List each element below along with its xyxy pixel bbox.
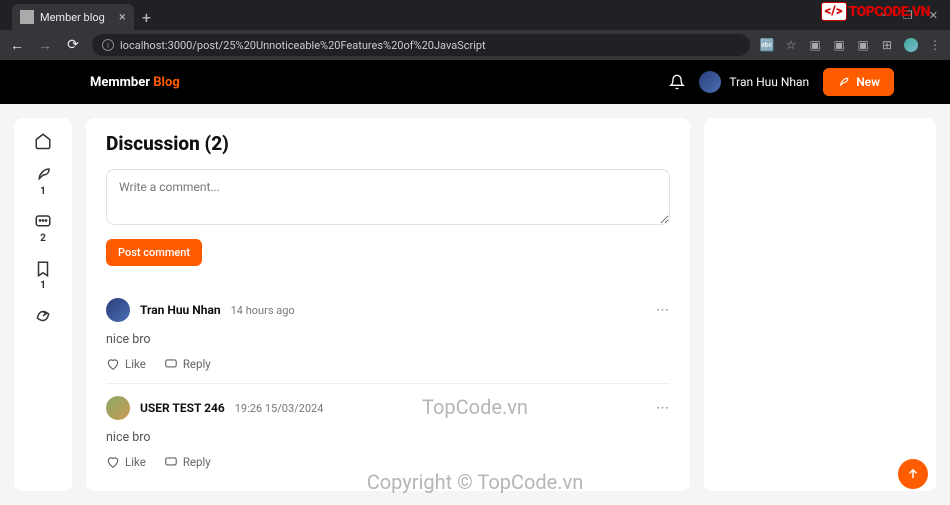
like-button[interactable]: Like <box>106 455 146 469</box>
site-info-icon[interactable]: i <box>102 39 114 51</box>
reload-button[interactable]: ⟳ <box>64 37 82 53</box>
feather-icon <box>837 76 850 89</box>
new-button[interactable]: New <box>823 68 894 96</box>
user-name: Tran Huu Nhan <box>729 75 809 89</box>
watermark-logo: </> TOPCODE.VN <box>821 2 930 21</box>
new-button-label: New <box>856 75 880 89</box>
heart-icon <box>106 357 120 371</box>
comment-body: nice bro <box>106 430 670 445</box>
rail-chat[interactable]: 2 <box>34 213 52 244</box>
bookmark-star-icon[interactable]: ☆ <box>784 38 798 52</box>
avatar <box>699 71 721 93</box>
new-tab-button[interactable]: + <box>134 8 159 27</box>
arrow-up-icon <box>906 467 920 481</box>
share-icon <box>34 307 52 325</box>
reply-button[interactable]: Reply <box>164 455 211 469</box>
side-panel <box>704 118 936 491</box>
url-text: localhost:3000/post/25%20Unnoticeable%20… <box>120 39 486 52</box>
browser-titlebar: Member blog × + — ❐ ✕ <box>0 0 950 30</box>
ext-icon-2[interactable]: ▣ <box>832 38 846 52</box>
address-bar[interactable]: i localhost:3000/post/25%20Unnoticeable%… <box>92 34 750 56</box>
close-icon[interactable]: × <box>111 10 126 25</box>
rail-feather[interactable]: 1 <box>34 166 52 197</box>
scroll-top-button[interactable] <box>898 459 928 489</box>
browser-tab[interactable]: Member blog × <box>12 4 134 30</box>
heart-icon <box>106 455 120 469</box>
comment-item: Tran Huu Nhan 14 hours ago ⋯ nice bro Li… <box>106 286 670 384</box>
reply-button[interactable]: Reply <box>164 357 211 371</box>
more-icon[interactable]: ⋯ <box>656 401 670 416</box>
chat-icon <box>34 213 52 231</box>
home-icon <box>34 132 52 150</box>
extensions-icon[interactable]: ⊞ <box>880 38 894 52</box>
rail-count: 1 <box>40 186 46 197</box>
reply-icon <box>164 455 178 469</box>
profile-avatar[interactable] <box>904 38 918 52</box>
forward-button[interactable]: → <box>36 37 54 54</box>
ext-icon-3[interactable]: ▣ <box>856 38 870 52</box>
app-header: Memmber Blog Tran Huu Nhan New <box>0 60 950 104</box>
comment-time: 14 hours ago <box>231 304 295 317</box>
rail-count: 2 <box>40 233 46 244</box>
back-button[interactable]: ← <box>8 37 26 54</box>
rail-count: 1 <box>40 280 46 291</box>
more-icon[interactable]: ⋯ <box>656 303 670 318</box>
like-button[interactable]: Like <box>106 357 146 371</box>
avatar <box>106 298 130 322</box>
close-window-icon[interactable]: ✕ <box>929 9 938 22</box>
avatar <box>106 396 130 420</box>
browser-toolbar: ← → ⟳ i localhost:3000/post/25%20Unnotic… <box>0 30 950 60</box>
comment-author[interactable]: Tran Huu Nhan <box>140 303 221 317</box>
comment-input[interactable] <box>106 169 670 225</box>
rail-share[interactable] <box>34 307 52 325</box>
reply-label: Reply <box>183 357 211 371</box>
bell-icon[interactable] <box>669 74 685 90</box>
comment-author[interactable]: USER TEST 246 <box>140 401 225 415</box>
comment-time: 19:26 15/03/2024 <box>235 402 324 415</box>
discussion-panel: Discussion (2) Post comment Tran Huu Nha… <box>86 118 690 491</box>
app-logo[interactable]: Memmber Blog <box>90 75 180 90</box>
translate-icon[interactable]: 🔤 <box>760 38 774 52</box>
logo-text-b: Blog <box>153 75 180 90</box>
rail-home[interactable] <box>34 132 52 150</box>
like-label: Like <box>125 455 146 469</box>
logo-text-a: Memmber <box>90 75 153 90</box>
reply-icon <box>164 357 178 371</box>
like-label: Like <box>125 357 146 371</box>
left-rail: 1 2 1 <box>14 118 72 491</box>
tab-title: Member blog <box>40 11 105 24</box>
discussion-heading: Discussion (2) <box>106 132 670 155</box>
feather-icon <box>34 166 52 184</box>
rail-bookmark[interactable]: 1 <box>34 260 52 291</box>
tab-favicon <box>20 10 34 24</box>
ext-icon-1[interactable]: ▣ <box>808 38 822 52</box>
bookmark-icon <box>34 260 52 278</box>
reply-label: Reply <box>183 455 211 469</box>
menu-icon[interactable]: ⋮ <box>928 38 942 52</box>
comment-body: nice bro <box>106 332 670 347</box>
comment-item: USER TEST 246 19:26 15/03/2024 ⋯ nice br… <box>106 384 670 481</box>
user-menu[interactable]: Tran Huu Nhan <box>699 71 809 93</box>
post-comment-button[interactable]: Post comment <box>106 239 202 266</box>
